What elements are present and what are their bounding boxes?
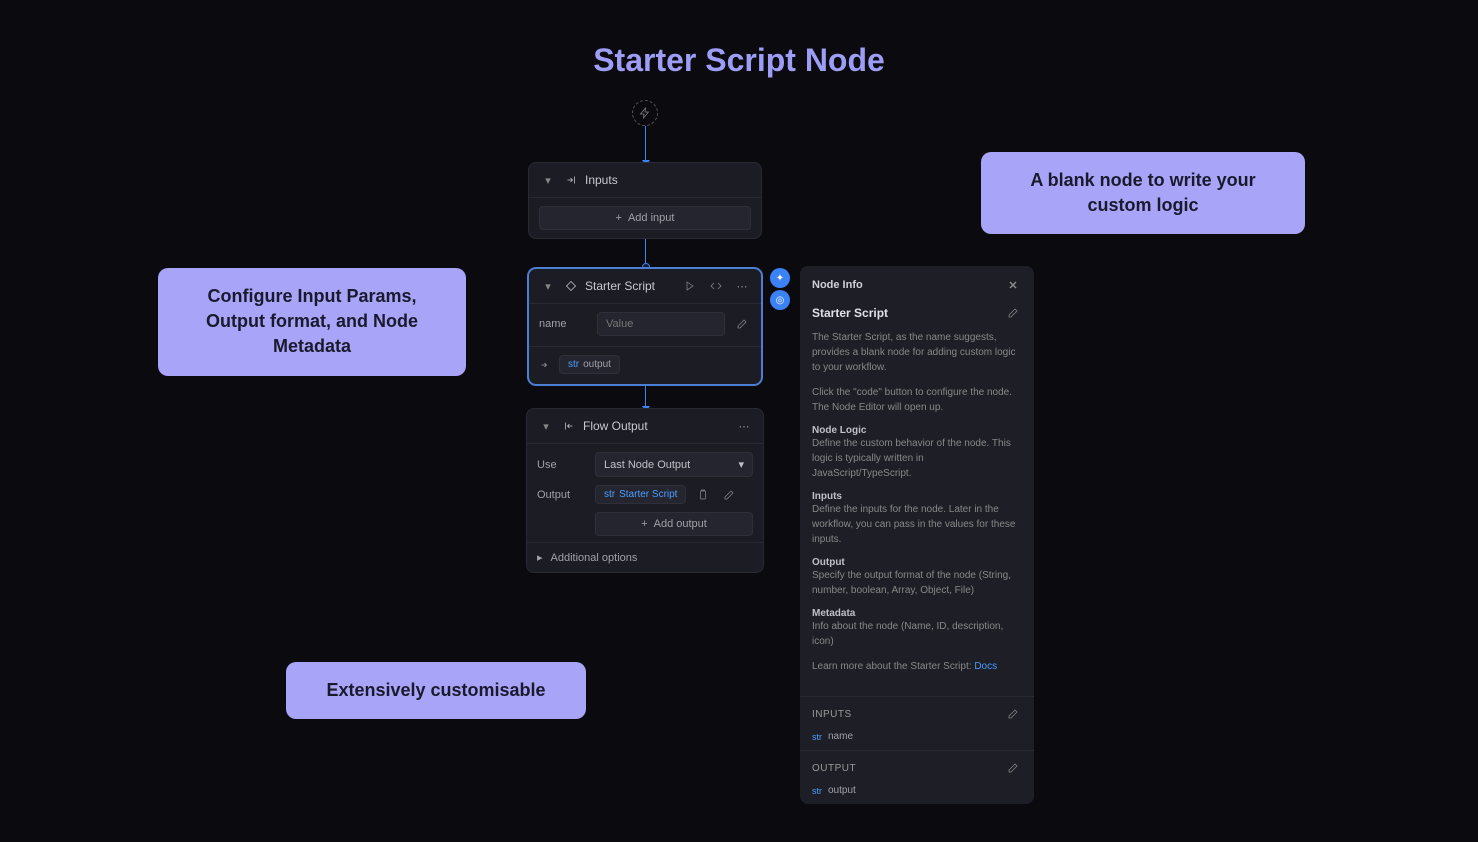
plus-icon: + (641, 518, 647, 530)
node-info-desc2: Click the "code" button to configure the… (812, 385, 1022, 415)
collapse-icon[interactable]: ▾ (539, 277, 557, 295)
add-input-label: Add input (628, 212, 674, 224)
add-output-button[interactable]: + Add output (595, 512, 753, 536)
page-title: Starter Script Node (593, 42, 885, 79)
inputs-node[interactable]: ▾ Inputs + Add input (528, 162, 762, 239)
node-info-title: Node Info (812, 279, 863, 291)
output-title: Output (812, 557, 1022, 568)
node-info-panel: Node Info ✕ Starter Script The Starter S… (800, 266, 1034, 804)
callout-configure: Configure Input Params, Output format, a… (158, 268, 466, 376)
string-icon: str (812, 732, 822, 742)
side-toolbar: ✦ ◎ (770, 268, 790, 310)
output-chip-label: output (583, 359, 611, 370)
edit-icon[interactable] (1004, 759, 1022, 777)
additional-options-label[interactable]: Additional options (551, 552, 638, 564)
add-output-label: Add output (654, 518, 707, 530)
start-node-icon (632, 100, 658, 126)
script-node-label: Starter Script (585, 279, 655, 293)
edit-icon[interactable] (733, 315, 751, 333)
output-chip[interactable]: str output (559, 355, 620, 374)
node-info-header: Node Info ✕ (800, 266, 1034, 304)
output-section-title: OUTPUT (812, 763, 856, 774)
output-link-chip[interactable]: str Starter Script (595, 485, 686, 504)
input-item: str name (812, 731, 1022, 742)
flow-output-node[interactable]: ▾ Flow Output ⋯ Use Last Node Output ▾ O… (526, 408, 764, 573)
script-node-header[interactable]: ▾ Starter Script ⋯ (529, 269, 761, 304)
param-value-input[interactable]: Value (597, 312, 725, 336)
flow-connector (645, 126, 646, 160)
diamond-icon (565, 280, 577, 292)
more-icon[interactable]: ⋯ (733, 277, 751, 295)
collapse-icon[interactable]: ▾ (539, 171, 557, 189)
clipboard-icon[interactable] (694, 486, 712, 504)
node-info-desc1: The Starter Script, as the name suggests… (812, 330, 1022, 375)
input-item-name: name (828, 731, 853, 742)
string-icon: str (812, 786, 822, 796)
output-item-name: output (828, 785, 856, 796)
code-icon[interactable] (707, 277, 725, 295)
chevron-down-icon: ▾ (738, 458, 744, 471)
magic-icon[interactable]: ✦ (770, 268, 790, 288)
edit-icon[interactable] (1004, 705, 1022, 723)
edit-icon[interactable] (1004, 304, 1022, 322)
string-icon: str (604, 489, 615, 500)
edit-icon[interactable] (720, 486, 738, 504)
expand-icon[interactable]: ▸ (537, 551, 543, 564)
plus-icon: + (616, 212, 622, 224)
play-icon[interactable] (681, 277, 699, 295)
param-name-label: name (539, 318, 589, 330)
logic-text: Define the custom behavior of the node. … (812, 436, 1022, 481)
use-select[interactable]: Last Node Output ▾ (595, 452, 753, 477)
more-icon[interactable]: ⋯ (735, 417, 753, 435)
output-item: str output (812, 785, 1022, 796)
starter-script-node[interactable]: ▾ Starter Script ⋯ name Value str output (528, 268, 762, 385)
callout-customisable: Extensively customisable (286, 662, 586, 719)
docs-link[interactable]: Docs (974, 661, 997, 672)
metadata-text: Info about the node (Name, ID, descripti… (812, 619, 1022, 649)
collapse-icon[interactable]: ▾ (537, 417, 555, 435)
add-input-button[interactable]: + Add input (539, 206, 751, 230)
close-icon[interactable]: ✕ (1004, 276, 1022, 294)
inputs-node-header[interactable]: ▾ Inputs (529, 163, 761, 198)
callout-blank-node: A blank node to write your custom logic (981, 152, 1305, 234)
output-label: Output (537, 489, 587, 501)
inputs-node-label: Inputs (585, 173, 618, 187)
target-icon[interactable]: ◎ (770, 290, 790, 310)
inputs-title: Inputs (812, 491, 1022, 502)
inputs-section-title: INPUTS (812, 709, 852, 720)
inputs-icon (565, 174, 577, 186)
arrow-right-icon (539, 359, 551, 371)
node-info-script-title: Starter Script (812, 306, 888, 320)
metadata-title: Metadata (812, 608, 1022, 619)
flow-output-label: Flow Output (583, 419, 648, 433)
learn-more-text: Learn more about the Starter Script: Doc… (812, 659, 1022, 674)
output-icon (563, 420, 575, 432)
output-text: Specify the output format of the node (S… (812, 568, 1022, 598)
flow-output-header[interactable]: ▾ Flow Output ⋯ (527, 409, 763, 444)
string-icon: str (568, 359, 579, 370)
logic-title: Node Logic (812, 425, 1022, 436)
use-label: Use (537, 459, 587, 471)
inputs-text: Define the inputs for the node. Later in… (812, 502, 1022, 547)
use-value: Last Node Output (604, 459, 690, 471)
output-link-label: Starter Script (619, 489, 677, 500)
